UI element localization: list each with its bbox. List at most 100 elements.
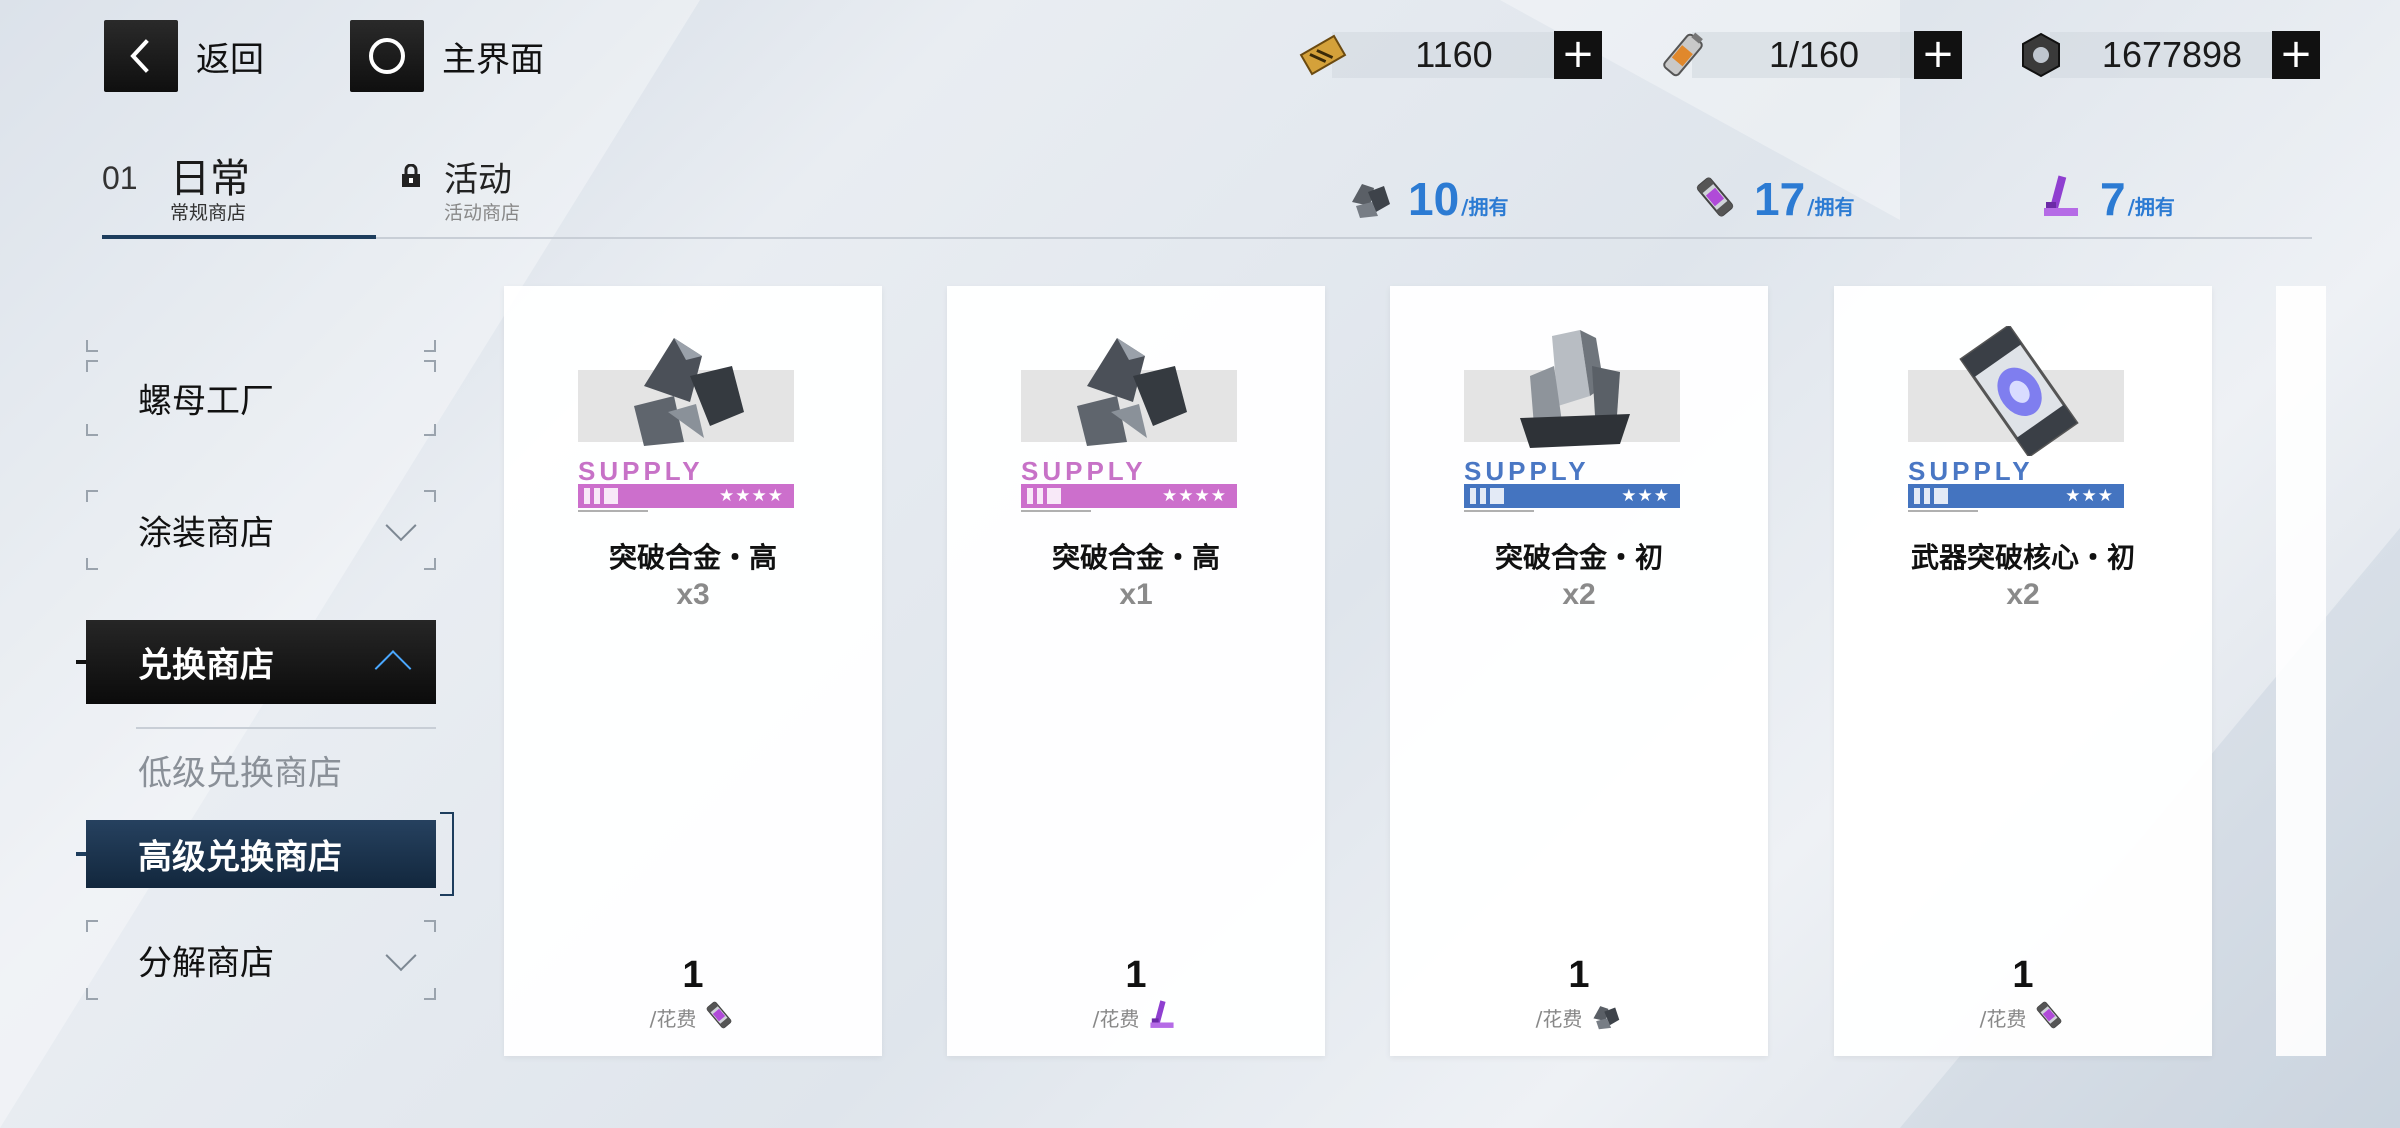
cost-label: /花费 — [1535, 1006, 1583, 1031]
add-gold-ticket-button[interactable]: + — [1554, 31, 1602, 79]
core-capsule-icon — [2032, 998, 2066, 1036]
add-battery-button[interactable]: + — [1914, 31, 1962, 79]
sidebar-item-label: 高级兑换商店 — [138, 837, 342, 878]
rarity-band: ★★★★ — [578, 484, 794, 508]
item-name: 武器突破核心・初 — [1910, 541, 2135, 574]
purple-token-icon — [1145, 998, 1179, 1036]
back-button[interactable]: 返回 — [104, 20, 264, 92]
lock-icon — [400, 163, 422, 192]
item-price: 1 — [2012, 954, 2034, 996]
owned-count: 7 — [2100, 173, 2126, 225]
rarity-band: ★★★ — [1908, 484, 2124, 508]
supply-label: SUPPLY — [1908, 456, 2034, 486]
owned-suffix: /拥有 — [2127, 195, 2175, 219]
cost-label: /花费 — [1979, 1006, 2027, 1031]
item-cost: /花费 — [504, 998, 882, 1036]
shop-item-card[interactable]: SUPPLY ★★★★ 突破合金・高 x3 1 /花费 — [504, 286, 882, 1056]
item-price: 1 — [1125, 954, 1147, 996]
weapon-core-icon — [1908, 326, 2124, 476]
core-capsule-icon — [702, 998, 736, 1036]
sidebar-item-label: 分解商店 — [138, 943, 274, 984]
item-quantity: x3 — [676, 578, 710, 611]
resource-value: 1677898 — [2101, 34, 2243, 75]
shop-item-card[interactable]: SUPPLY ★★★ 武器突破核心・初 x2 1 /花费 — [1834, 286, 2212, 1056]
rarity-band: ★★★ — [1464, 484, 1680, 508]
tab-subtitle: 常规商店 — [170, 202, 247, 224]
sidebar-item-label: 螺母工厂 — [138, 381, 274, 422]
gold-ticket-icon — [1292, 24, 1354, 86]
sidebar-item-label: 低级兑换商店 — [138, 753, 342, 794]
home-circle-icon — [350, 20, 424, 92]
sidebar-divider — [136, 727, 436, 729]
selection-marker — [76, 660, 86, 664]
supply-label: SUPPLY — [1464, 456, 1590, 486]
cost-label: /花费 — [649, 1006, 697, 1031]
item-name: 突破合金・初 — [1494, 541, 1663, 574]
owned-purple-token: 7 /拥有 — [2036, 166, 2175, 222]
owned-suffix: /拥有 — [1807, 195, 1855, 219]
chevron-up-icon — [374, 650, 412, 687]
back-arrow-icon — [104, 20, 178, 92]
hex-nut-icon — [2010, 24, 2072, 86]
item-quantity: x2 — [1562, 578, 1596, 611]
item-quantity: x2 — [2006, 578, 2040, 611]
sidebar-item-label: 兑换商店 — [138, 645, 274, 686]
shop-item-card[interactable]: SUPPLY ★★★★ 突破合金・高 x1 1 /花费 — [947, 286, 1325, 1056]
resource-gold-ticket: 1160 + — [1292, 24, 1616, 86]
rarity-stars: ★★★ — [1621, 486, 1670, 506]
sidebar-empty-slot — [86, 294, 436, 352]
alloy-ore-icon — [1344, 172, 1394, 222]
supply-label: SUPPLY — [1021, 456, 1147, 486]
tab-active-indicator — [102, 235, 376, 239]
rarity-band: ★★★★ — [1021, 484, 1237, 508]
owned-suffix: /拥有 — [1461, 195, 1509, 219]
shop-item-card-partial[interactable] — [2276, 286, 2326, 1056]
core-capsule-icon — [1690, 172, 1740, 222]
owned-count: 17 — [1754, 173, 1806, 225]
selection-marker — [76, 852, 86, 856]
home-label: 主界面 — [442, 39, 544, 80]
resource-battery: 1/160 + — [1652, 24, 1978, 86]
item-cost: /花费 — [1834, 998, 2212, 1036]
owned-alloy-ore: 10 /拥有 — [1344, 166, 1508, 222]
alloy-basic-icon — [1464, 326, 1680, 476]
sidebar-item-decompose-shop[interactable]: 分解商店 — [86, 920, 436, 1000]
sidebar-item-skin-shop[interactable]: 涂装商店 — [86, 490, 436, 570]
resource-value: 1160 — [1415, 34, 1493, 75]
owned-count: 10 — [1408, 173, 1460, 225]
item-name: 突破合金・高 — [608, 541, 777, 574]
battery-icon — [1652, 24, 1714, 86]
sidebar-item-label: 涂装商店 — [138, 513, 274, 554]
selection-bracket — [440, 812, 454, 896]
item-price: 1 — [1568, 954, 1590, 996]
chevron-down-icon — [385, 510, 417, 542]
tab-subtitle: 活动商店 — [444, 202, 521, 224]
sidebar-subitem-high-exchange[interactable]: 高级兑换商店 — [86, 820, 436, 888]
sidebar-item-factory[interactable]: 螺母工厂 — [86, 360, 436, 436]
tab-number: 01 — [102, 160, 138, 196]
home-button[interactable]: 主界面 — [350, 20, 544, 92]
item-cost: /花费 — [1390, 998, 1768, 1036]
item-price: 1 — [682, 954, 704, 996]
supply-label: SUPPLY — [578, 456, 704, 486]
owned-core-capsule: 17 /拥有 — [1690, 166, 1854, 222]
item-name: 突破合金・高 — [1051, 541, 1220, 574]
item-cost: /花费 — [947, 998, 1325, 1036]
alloy-high-icon — [578, 326, 794, 476]
sidebar-subitem-low-exchange[interactable]: 低级兑换商店 — [86, 740, 436, 800]
alloy-high-icon — [1021, 326, 1237, 476]
rarity-stars: ★★★★ — [1162, 486, 1227, 506]
rarity-stars: ★★★ — [2065, 486, 2114, 506]
add-hex-nut-button[interactable]: + — [2272, 31, 2320, 79]
tab-divider — [102, 237, 2312, 239]
resource-value: 1/160 — [1768, 34, 1860, 75]
tab-title: 活动 — [444, 160, 512, 200]
sidebar-item-exchange-shop[interactable]: 兑换商店 — [86, 620, 436, 704]
back-label: 返回 — [196, 39, 264, 80]
purple-token-icon — [2036, 172, 2086, 222]
chevron-down-icon — [385, 940, 417, 972]
cost-label: /花费 — [1092, 1006, 1140, 1031]
tab-title: 日常 — [170, 156, 250, 202]
alloy-ore-icon — [1588, 998, 1622, 1036]
shop-item-card[interactable]: SUPPLY ★★★ 突破合金・初 x2 1 /花费 — [1390, 286, 1768, 1056]
